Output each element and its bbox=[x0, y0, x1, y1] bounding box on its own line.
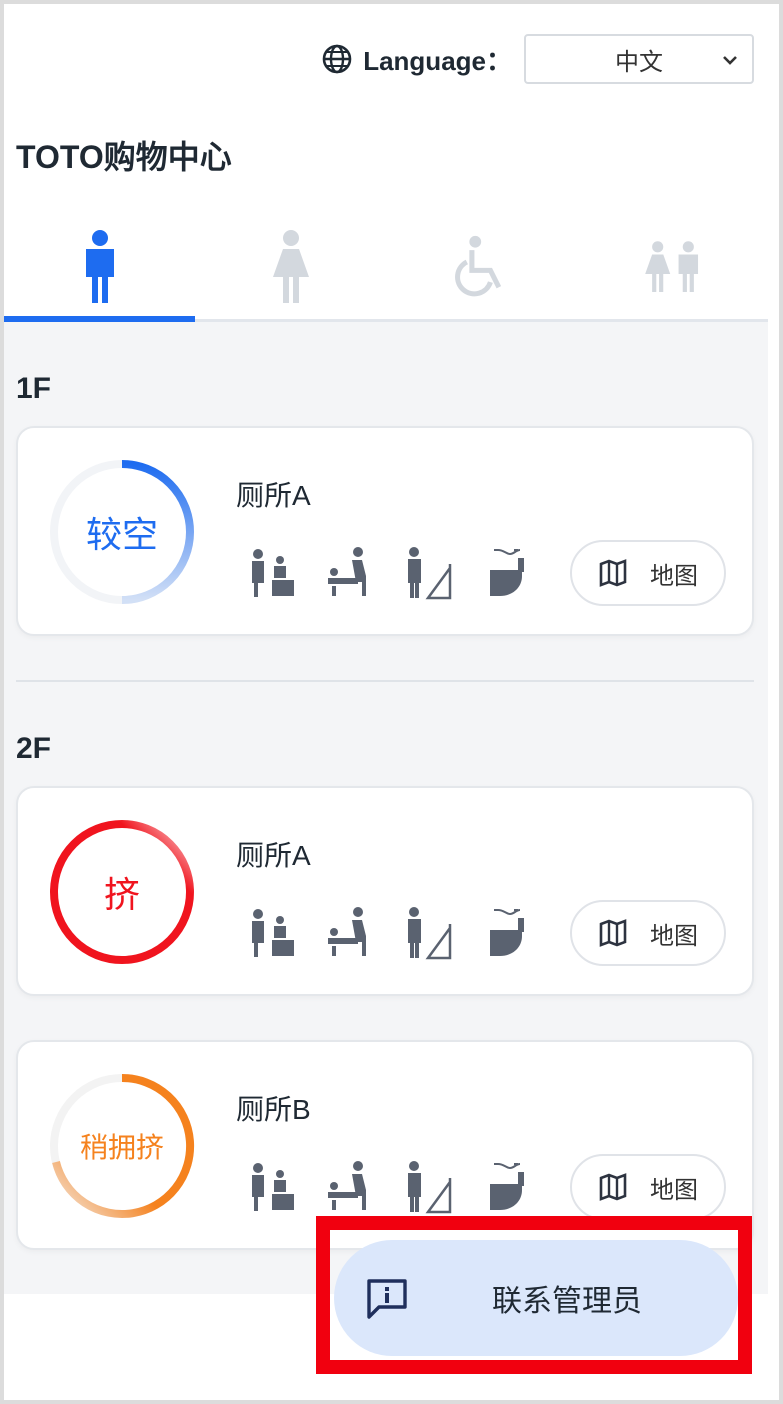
floor-divider bbox=[16, 680, 754, 682]
language-select[interactable]: 中文 bbox=[524, 34, 754, 84]
status-label: 挤 bbox=[103, 874, 140, 915]
info-message-icon bbox=[367, 1279, 407, 1319]
female-icon bbox=[272, 229, 309, 303]
contact-admin-button[interactable]: 联系管理员 bbox=[334, 1240, 738, 1356]
washlet-icon bbox=[490, 909, 524, 956]
baby-changing-icon bbox=[328, 907, 366, 956]
baby-changing-icon bbox=[328, 1161, 366, 1210]
tab-accessible[interactable] bbox=[386, 214, 577, 319]
floor-label-2f: 2F bbox=[16, 732, 52, 765]
page-title: TOTO购物中心 bbox=[16, 139, 232, 175]
map-label: 地图 bbox=[650, 1176, 698, 1204]
language-selector-row: Language： 中文 bbox=[321, 34, 754, 84]
gender-tabs bbox=[4, 214, 768, 322]
child-seat-icon bbox=[252, 1163, 294, 1211]
washlet-icon bbox=[490, 1163, 524, 1210]
status-label: 稍拥挤 bbox=[79, 1132, 164, 1163]
map-label: 地图 bbox=[650, 562, 698, 590]
status-label: 较空 bbox=[85, 514, 158, 555]
toilet-name: 厕所A bbox=[236, 840, 311, 871]
app-screen: Language： 中文 TOTO购物中心 1F 较空 厕所A 地图 2F 挤 … bbox=[4, 4, 768, 1294]
child-seat-icon bbox=[252, 549, 294, 597]
toilet-card[interactable]: 挤 厕所A 地图 bbox=[16, 786, 754, 996]
toilet-card[interactable]: 较空 厕所A 地图 bbox=[16, 426, 754, 636]
child-seat-icon bbox=[252, 909, 294, 957]
tab-female[interactable] bbox=[195, 214, 386, 319]
amenity-icons bbox=[246, 544, 532, 600]
wheelchair-icon bbox=[454, 235, 501, 296]
baby-changing-icon bbox=[328, 547, 366, 596]
tab-family[interactable] bbox=[577, 214, 768, 319]
map-button[interactable]: 地图 bbox=[570, 900, 726, 966]
header-area: Language： 中文 TOTO购物中心 bbox=[4, 4, 768, 322]
amenity-icons bbox=[246, 904, 532, 960]
map-button[interactable]: 地图 bbox=[570, 540, 726, 606]
language-label: Language： bbox=[363, 45, 512, 76]
map-icon bbox=[599, 1173, 627, 1201]
family-icon bbox=[644, 240, 698, 292]
contact-admin-label: 联系管理员 bbox=[492, 1285, 642, 1318]
map-button[interactable]: 地图 bbox=[570, 1154, 726, 1220]
chevron-down-icon bbox=[723, 56, 737, 65]
urinal-icon bbox=[408, 547, 452, 600]
map-icon bbox=[599, 919, 627, 947]
map-label: 地图 bbox=[650, 922, 698, 950]
urinal-icon bbox=[408, 907, 452, 960]
globe-icon bbox=[322, 44, 352, 74]
tab-male[interactable] bbox=[4, 214, 195, 322]
toilet-name: 厕所A bbox=[236, 480, 311, 511]
washlet-icon bbox=[490, 549, 524, 596]
map-icon bbox=[599, 559, 627, 587]
amenity-icons bbox=[246, 1158, 532, 1214]
urinal-icon bbox=[408, 1161, 452, 1214]
male-icon bbox=[85, 229, 114, 303]
floor-label-1f: 1F bbox=[16, 372, 52, 405]
toilet-name: 厕所B bbox=[236, 1094, 311, 1125]
language-value: 中文 bbox=[615, 48, 663, 76]
